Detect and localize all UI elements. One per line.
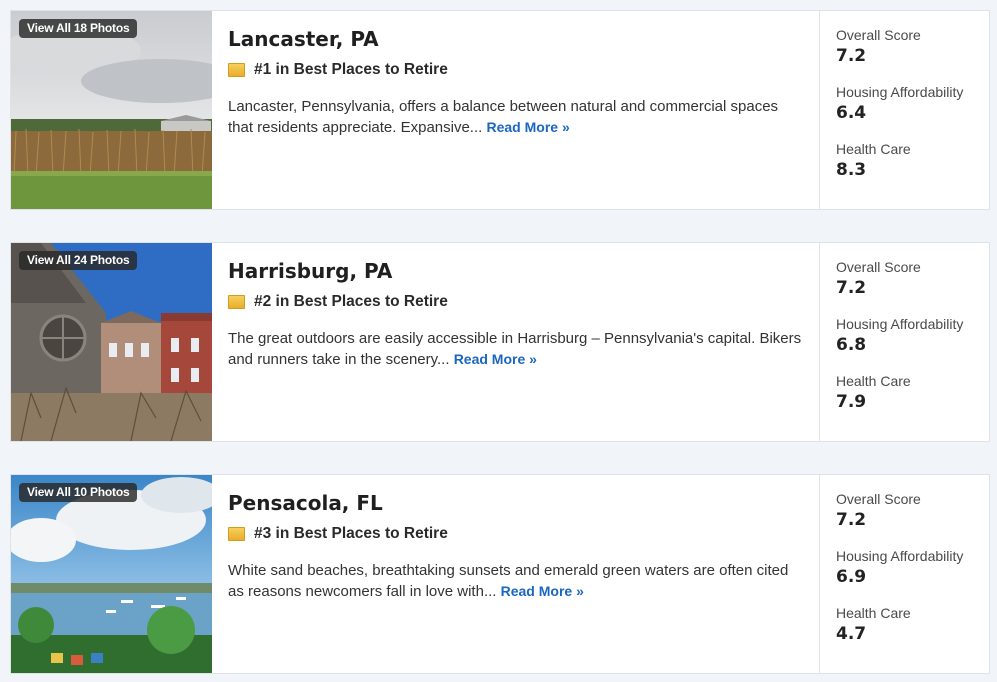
rank-text[interactable]: #2 in Best Places to Retire bbox=[254, 293, 448, 311]
score-label: Housing Affordability bbox=[836, 316, 964, 332]
place-title[interactable]: Pensacola, FL bbox=[228, 491, 803, 515]
score-value: 7.2 bbox=[836, 510, 867, 530]
place-title[interactable]: Lancaster, PA bbox=[228, 27, 803, 51]
score-panel: Overall Score 7.2 Housing Affordability … bbox=[820, 475, 990, 673]
score-value: 7.9 bbox=[836, 392, 867, 412]
place-description: The great outdoors are easily accessible… bbox=[228, 329, 803, 370]
read-more-link[interactable]: Read More » bbox=[486, 119, 569, 135]
score-label: Overall Score bbox=[836, 259, 921, 275]
church-photo bbox=[11, 243, 212, 441]
score-overall: Overall Score 7.2 bbox=[836, 259, 990, 316]
rank-row: #2 in Best Places to Retire bbox=[228, 293, 803, 311]
score-label: Health Care bbox=[836, 373, 911, 389]
score-label: Health Care bbox=[836, 605, 911, 621]
place-photo-lancaster[interactable]: View All 18 Photos bbox=[11, 11, 212, 209]
score-label: Housing Affordability bbox=[836, 84, 964, 100]
rank-row: #1 in Best Places to Retire bbox=[228, 61, 803, 79]
view-all-photos-button[interactable]: View All 10 Photos bbox=[19, 483, 138, 502]
view-all-photos-button[interactable]: View All 24 Photos bbox=[19, 251, 138, 270]
score-value: 6.9 bbox=[836, 567, 867, 587]
score-label: Health Care bbox=[836, 141, 911, 157]
score-overall: Overall Score 7.2 bbox=[836, 27, 990, 84]
score-housing: Housing Affordability 6.8 bbox=[836, 316, 990, 373]
place-card: View All 24 Photos Harrisburg, PA #2 in … bbox=[10, 242, 990, 442]
place-card: View All 10 Photos Pensacola, FL #3 in B… bbox=[10, 474, 990, 674]
score-label: Overall Score bbox=[836, 27, 921, 43]
score-value: 8.3 bbox=[836, 160, 867, 180]
score-value: 6.4 bbox=[836, 103, 867, 123]
place-photo-pensacola[interactable]: View All 10 Photos bbox=[11, 475, 212, 673]
score-value: 7.2 bbox=[836, 46, 867, 66]
harbor-photo bbox=[11, 475, 212, 673]
cornfield-photo bbox=[11, 11, 212, 209]
score-value: 7.2 bbox=[836, 278, 867, 298]
place-photo-harrisburg[interactable]: View All 24 Photos bbox=[11, 243, 212, 441]
rank-text[interactable]: #3 in Best Places to Retire bbox=[254, 525, 448, 543]
score-overall: Overall Score 7.2 bbox=[836, 491, 990, 548]
rank-text[interactable]: #1 in Best Places to Retire bbox=[254, 61, 448, 79]
ranking-badge-icon bbox=[228, 295, 245, 309]
place-description: Lancaster, Pennsylvania, offers a balanc… bbox=[228, 97, 803, 138]
score-label: Housing Affordability bbox=[836, 548, 964, 564]
place-description: White sand beaches, breathtaking sunsets… bbox=[228, 561, 803, 602]
read-more-link[interactable]: Read More » bbox=[501, 583, 584, 599]
place-title[interactable]: Harrisburg, PA bbox=[228, 259, 803, 283]
score-value: 4.7 bbox=[836, 624, 867, 644]
score-panel: Overall Score 7.2 Housing Affordability … bbox=[820, 243, 990, 441]
score-health-care: Health Care 7.9 bbox=[836, 373, 990, 430]
score-housing: Housing Affordability 6.9 bbox=[836, 548, 990, 605]
place-info: Pensacola, FL #3 in Best Places to Retir… bbox=[212, 475, 820, 673]
score-housing: Housing Affordability 6.4 bbox=[836, 84, 990, 141]
ranking-badge-icon bbox=[228, 527, 245, 541]
read-more-link[interactable]: Read More » bbox=[454, 351, 537, 367]
place-info: Harrisburg, PA #2 in Best Places to Reti… bbox=[212, 243, 820, 441]
score-label: Overall Score bbox=[836, 491, 921, 507]
score-health-care: Health Care 8.3 bbox=[836, 141, 990, 198]
place-card: View All 18 Photos Lancaster, PA #1 in B… bbox=[10, 10, 990, 210]
score-health-care: Health Care 4.7 bbox=[836, 605, 990, 662]
score-value: 6.8 bbox=[836, 335, 867, 355]
score-panel: Overall Score 7.2 Housing Affordability … bbox=[820, 11, 990, 209]
view-all-photos-button[interactable]: View All 18 Photos bbox=[19, 19, 138, 38]
rank-row: #3 in Best Places to Retire bbox=[228, 525, 803, 543]
place-info: Lancaster, PA #1 in Best Places to Retir… bbox=[212, 11, 820, 209]
ranking-badge-icon bbox=[228, 63, 245, 77]
places-list: View All 18 Photos Lancaster, PA #1 in B… bbox=[0, 0, 997, 682]
